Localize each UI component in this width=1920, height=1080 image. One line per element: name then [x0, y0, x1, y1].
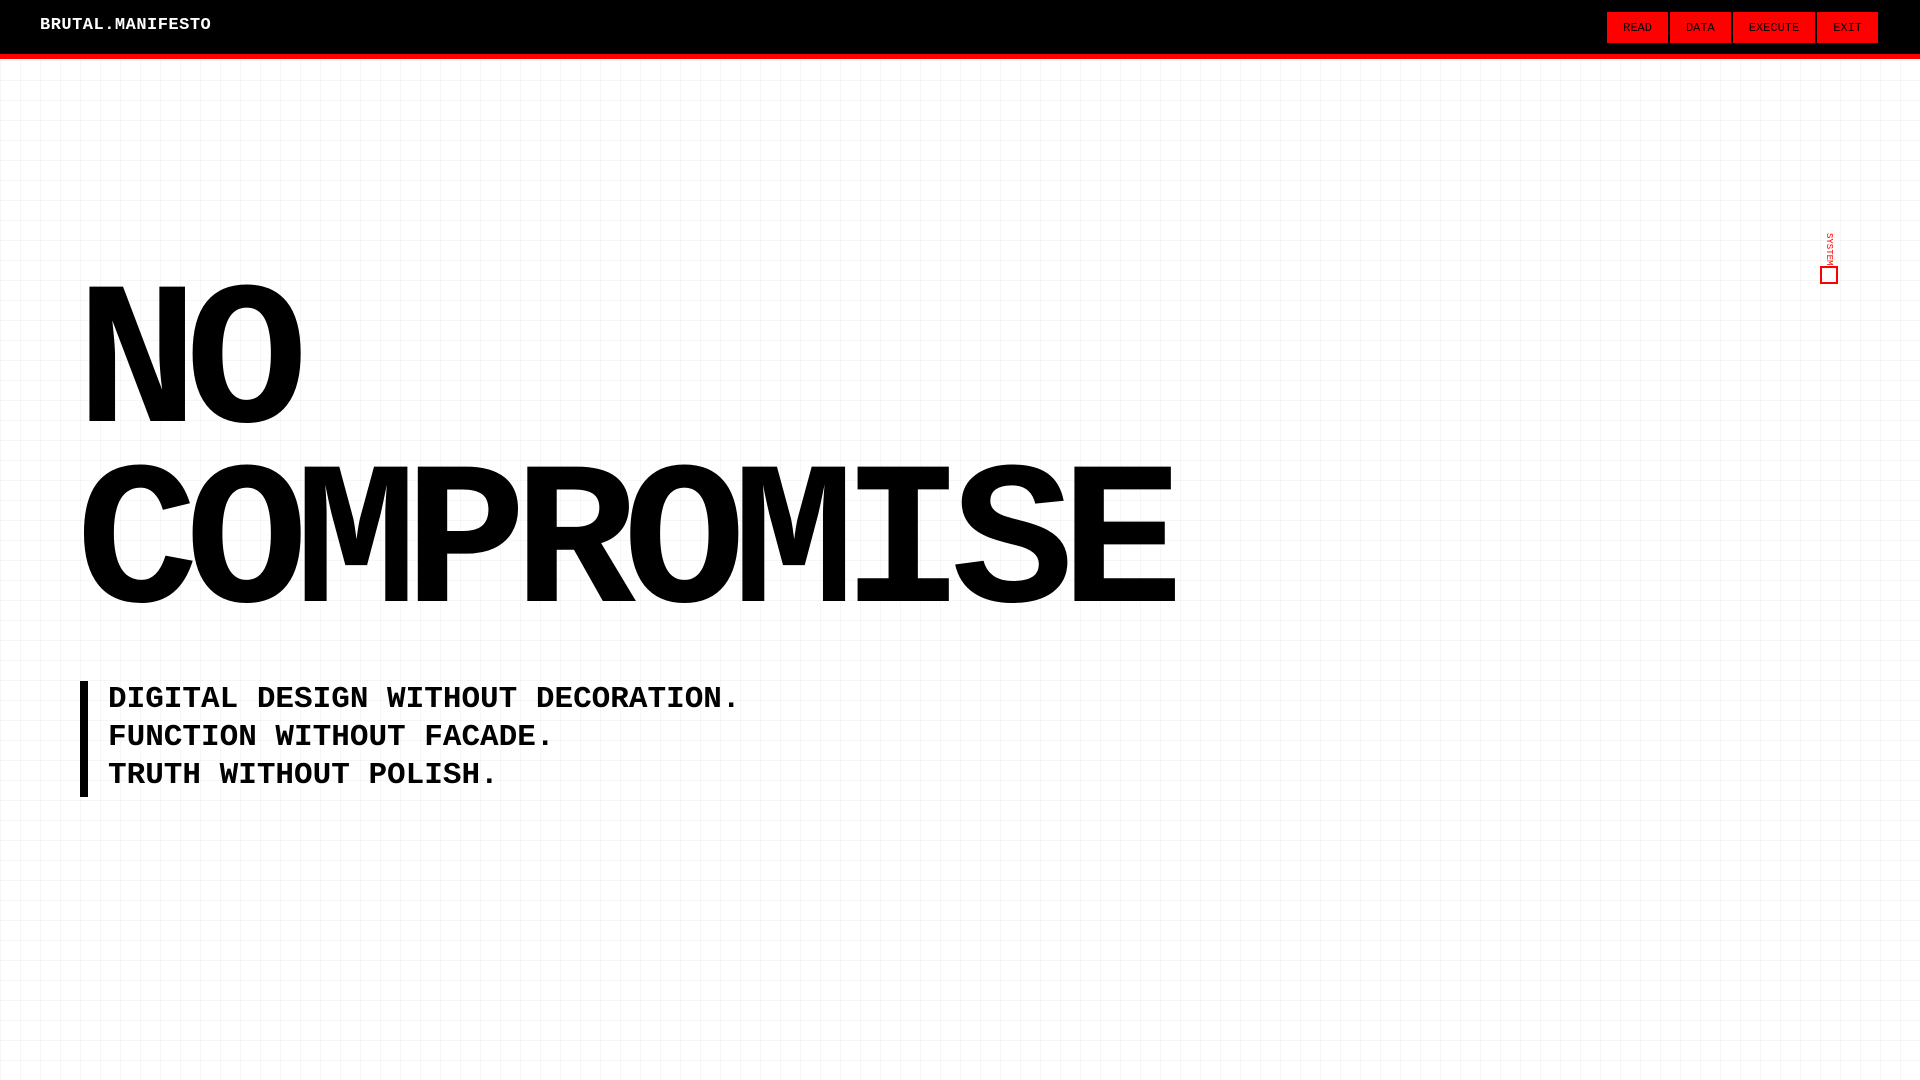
- nav-execute-button[interactable]: EXECUTE: [1732, 12, 1816, 43]
- hero-title-line-1: NO: [76, 252, 308, 483]
- side-marker[interactable]: SYSTEM: [1818, 233, 1840, 285]
- top-bar: BRUTAL.MANIFESTO READ DATA EXECUTE EXIT: [0, 0, 1920, 59]
- tagline-line-2: FUNCTION WITHOUT FACADE.: [108, 720, 555, 755]
- tagline-line-1: DIGITAL DESIGN WITHOUT DECORATION.: [108, 682, 741, 717]
- side-marker-label: SYSTEM: [1824, 233, 1834, 266]
- nav-data-button[interactable]: DATA: [1669, 12, 1731, 43]
- tagline-block: DIGITAL DESIGN WITHOUT DECORATION. FUNCT…: [80, 681, 741, 797]
- tagline-line-3: TRUTH WITHOUT POLISH.: [108, 758, 499, 793]
- brand-logo[interactable]: BRUTAL.MANIFESTO: [40, 16, 211, 35]
- hero-title: NO COMPROMISE: [76, 252, 1183, 663]
- main-nav: READ DATA EXECUTE EXIT: [1607, 12, 1878, 43]
- side-marker-box-icon: [1820, 266, 1838, 285]
- hero-title-line-2: COMPROMISE: [76, 432, 1183, 663]
- nav-exit-button[interactable]: EXIT: [1817, 12, 1878, 43]
- nav-read-button[interactable]: READ: [1607, 12, 1668, 43]
